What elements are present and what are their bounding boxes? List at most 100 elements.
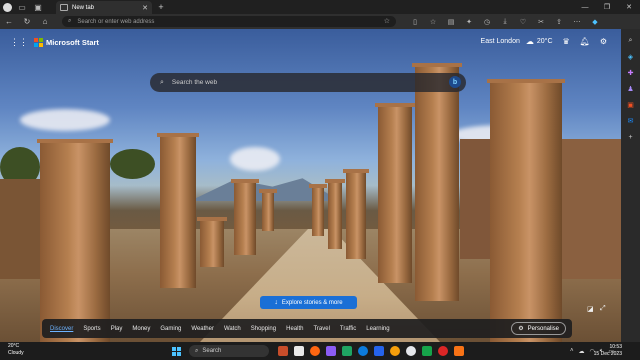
taskbar-temperature: 20°C bbox=[8, 343, 20, 349]
refresh-button[interactable]: ↻ bbox=[18, 14, 36, 29]
tree-shape bbox=[110, 149, 155, 179]
edge-icon[interactable] bbox=[358, 346, 368, 356]
games-icon[interactable]: ♟ bbox=[627, 81, 633, 97]
share-icon[interactable]: ⇪ bbox=[550, 18, 568, 26]
notifications-bell-icon[interactable]: 🔔︎ bbox=[580, 37, 590, 46]
ruin-wall bbox=[0, 179, 45, 279]
windows-taskbar: 20°C Cloudy ⌕ Search ˄ ☁ ◠ 🔈︎ ▭ 10:53 15… bbox=[0, 342, 640, 360]
copilot-icon[interactable]: ◆ bbox=[586, 18, 604, 26]
expand-icon[interactable]: ⤢ bbox=[600, 305, 606, 313]
screenshot-icon[interactable]: ✂ bbox=[532, 18, 550, 26]
column-shape bbox=[157, 133, 199, 288]
nav-travel[interactable]: Travel bbox=[313, 326, 329, 332]
extensions-icon[interactable]: ✦ bbox=[460, 18, 478, 26]
tab-new-tab[interactable]: New tab ✕ bbox=[56, 1, 152, 14]
nav-sports[interactable]: Sports bbox=[83, 326, 100, 332]
app-icon[interactable] bbox=[374, 346, 384, 356]
column-shape bbox=[375, 103, 415, 283]
bing-chat-icon[interactable]: b bbox=[449, 76, 461, 88]
history-icon[interactable]: ◷ bbox=[478, 18, 496, 26]
close-tab-icon[interactable]: ✕ bbox=[142, 4, 148, 12]
search-icon: ⌕ bbox=[195, 347, 199, 354]
taskbar-search[interactable]: ⌕ Search bbox=[189, 345, 269, 357]
nav-discover[interactable]: Discover bbox=[50, 326, 73, 332]
new-tab-icon bbox=[60, 4, 68, 11]
nav-shopping[interactable]: Shopping bbox=[251, 326, 276, 332]
workspaces-icon[interactable]: ▭ bbox=[14, 0, 30, 14]
web-search-box[interactable]: ⌕ Search the web b bbox=[150, 73, 466, 92]
back-button[interactable]: ← bbox=[0, 14, 18, 29]
nav-health[interactable]: Health bbox=[286, 326, 303, 332]
nav-gaming[interactable]: Gaming bbox=[160, 326, 181, 332]
taskbar-weather[interactable]: 20°C Cloudy bbox=[8, 343, 24, 357]
app-icon[interactable] bbox=[390, 346, 400, 356]
app-icon[interactable] bbox=[294, 346, 304, 356]
temperature-label[interactable]: 20°C bbox=[537, 38, 553, 45]
nav-money[interactable]: Money bbox=[132, 326, 150, 332]
app-launcher-icon[interactable]: ⋮⋮ bbox=[10, 37, 28, 48]
nav-weather[interactable]: Weather bbox=[191, 326, 214, 332]
profile-avatar[interactable] bbox=[0, 0, 14, 14]
tools-icon[interactable]: ✚ bbox=[628, 65, 634, 81]
app-icon[interactable] bbox=[454, 346, 464, 356]
app-icon[interactable] bbox=[422, 346, 432, 356]
column-shape bbox=[259, 189, 277, 231]
app-icon[interactable] bbox=[278, 346, 288, 356]
column-shape bbox=[197, 217, 227, 267]
explore-label: Explore stories & more bbox=[281, 299, 343, 306]
favorite-star-icon[interactable]: ☆ bbox=[384, 17, 390, 25]
maximize-button[interactable]: ❐ bbox=[596, 0, 618, 14]
favorites-icon[interactable]: ☆ bbox=[424, 18, 442, 26]
chevron-up-icon[interactable]: ˄ bbox=[570, 348, 574, 354]
new-tab-button[interactable]: + bbox=[156, 0, 166, 14]
personalise-button[interactable]: ⚙ Personalise bbox=[511, 322, 566, 335]
nav-learning[interactable]: Learning bbox=[366, 326, 389, 332]
add-icon[interactable]: + bbox=[628, 129, 632, 145]
app-icon[interactable] bbox=[438, 346, 448, 356]
minimize-button[interactable]: — bbox=[574, 0, 596, 14]
column-shape bbox=[309, 184, 327, 236]
search-placeholder: Search the web bbox=[171, 79, 218, 86]
performance-icon[interactable]: ♡ bbox=[514, 18, 532, 26]
nav-watch[interactable]: Watch bbox=[224, 326, 241, 332]
taskbar-clock[interactable]: 10:53 15 Dec 2023 bbox=[594, 344, 622, 358]
column-shape bbox=[231, 179, 259, 255]
outlook-icon[interactable]: ✉ bbox=[628, 113, 634, 129]
search-icon[interactable]: ⌕ bbox=[629, 33, 633, 49]
close-window-button[interactable]: ✕ bbox=[618, 0, 640, 14]
arrow-down-icon: ↓ bbox=[274, 299, 278, 306]
clock-time: 10:53 bbox=[609, 344, 622, 350]
edge-sidebar: ⌕ ◈ ✚ ♟ ▣ ✉ + bbox=[621, 29, 640, 342]
window-controls: — ❐ ✕ bbox=[574, 0, 640, 14]
nav-traffic[interactable]: Traffic bbox=[340, 326, 356, 332]
msn-header-right: East London ☁ 20°C ♛ 🔔︎ ⚙ bbox=[481, 37, 607, 46]
address-bar[interactable]: ⌕ Search or enter web address ☆ bbox=[62, 16, 396, 27]
taskbar-center: ⌕ Search bbox=[172, 343, 467, 359]
office-icon[interactable]: ▣ bbox=[627, 97, 634, 113]
downloads-icon[interactable]: ⤓ bbox=[496, 18, 514, 26]
address-placeholder: Search or enter web address bbox=[77, 18, 155, 25]
firefox-icon[interactable] bbox=[310, 346, 320, 356]
tab-actions-icon[interactable]: ▣ bbox=[30, 0, 46, 14]
location-label[interactable]: East London bbox=[481, 38, 520, 45]
shopping-icon[interactable]: ◈ bbox=[628, 49, 633, 65]
new-tab-page: ⋮⋮ Microsoft Start East London ☁ 20°C ♛ … bbox=[0, 29, 621, 342]
more-options-icon[interactable]: ⋯ bbox=[568, 18, 586, 26]
cloud-sync-icon[interactable]: ☁ bbox=[578, 348, 584, 355]
settings-gear-icon[interactable]: ⚙ bbox=[600, 37, 607, 46]
home-button[interactable]: ⌂ bbox=[36, 14, 54, 29]
explore-stories-button[interactable]: ↓ Explore stories & more bbox=[260, 296, 357, 309]
split-screen-icon[interactable]: ▯ bbox=[406, 18, 424, 26]
collections-icon[interactable]: ▤ bbox=[442, 18, 460, 26]
app-icon[interactable] bbox=[342, 346, 352, 356]
rewards-icon[interactable]: ♛ bbox=[563, 37, 570, 46]
brand-title[interactable]: Microsoft Start bbox=[46, 38, 99, 47]
windows-start-icon[interactable] bbox=[172, 346, 181, 356]
search-icon: ⌕ bbox=[68, 18, 72, 24]
image-info-icon[interactable]: ◪ bbox=[587, 305, 594, 313]
nav-play[interactable]: Play bbox=[111, 326, 123, 332]
chrome-icon[interactable] bbox=[406, 346, 416, 356]
ruin-wall bbox=[555, 139, 621, 279]
app-icon[interactable] bbox=[326, 346, 336, 356]
cloud-shape bbox=[230, 147, 280, 171]
